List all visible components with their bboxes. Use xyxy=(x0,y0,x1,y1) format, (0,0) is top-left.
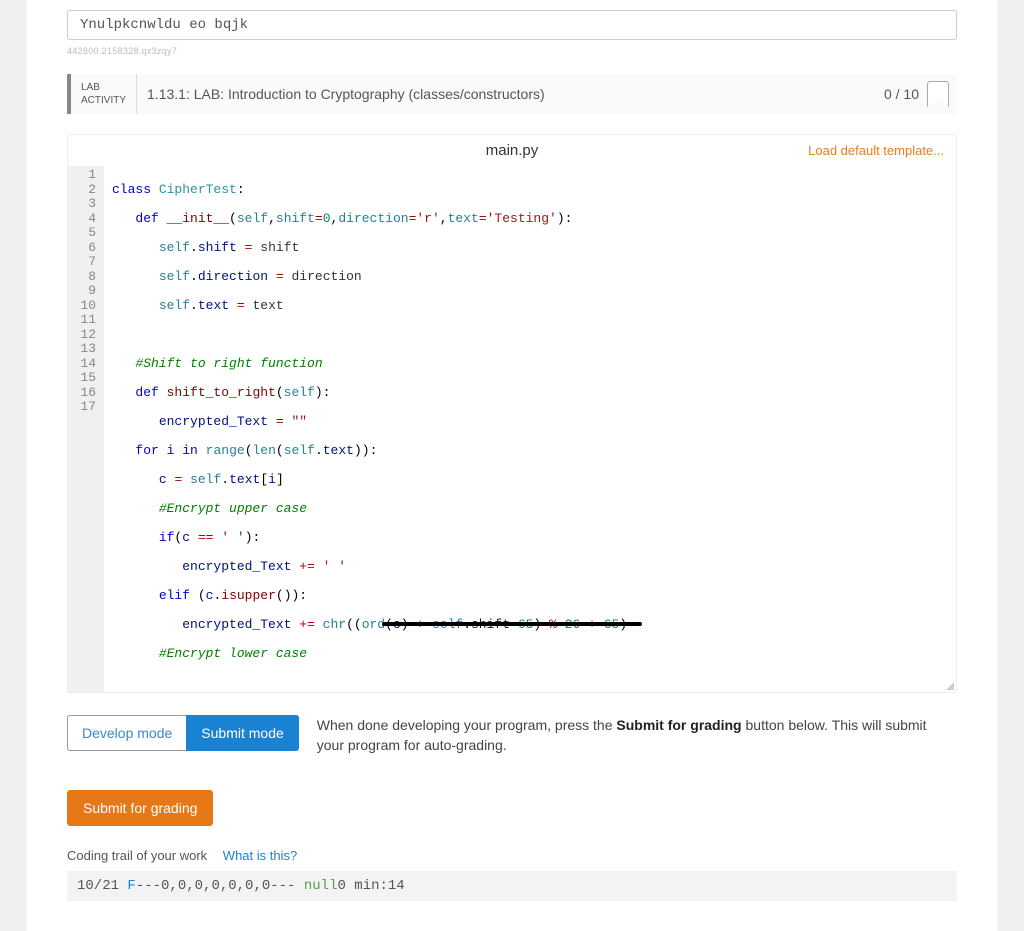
trail-scores: ---0,0,0,0,0,0,0--- xyxy=(136,878,296,894)
help-bold: Submit for grading xyxy=(616,717,741,733)
trail-time: 0 min:14 xyxy=(337,878,404,894)
develop-mode-button[interactable]: Develop mode xyxy=(67,715,186,751)
lab-header: LAB ACTIVITY 1.13.1: LAB: Introduction t… xyxy=(67,74,957,114)
lab-score-area: 0 / 10 xyxy=(884,74,957,114)
lab-score: 0 / 10 xyxy=(884,86,919,102)
help-pre: When done developing your program, press… xyxy=(317,717,617,733)
mode-help-text: When done developing your program, press… xyxy=(317,715,957,756)
trail-date: 10/21 xyxy=(77,878,119,894)
resize-handle-icon[interactable] xyxy=(946,682,954,690)
load-default-template-link[interactable]: Load default template... xyxy=(808,143,944,158)
coding-trail-box: 10/21 F---0,0,0,0,0,0,0--- null0 min:14 xyxy=(67,871,957,901)
submit-for-grading-button[interactable]: Submit for grading xyxy=(67,790,213,826)
mode-toggle: Develop mode Submit mode xyxy=(67,715,299,751)
lab-tag-line1: LAB xyxy=(81,81,126,94)
what-is-this-link[interactable]: What is this? xyxy=(223,848,297,863)
trail-null: null xyxy=(304,878,338,894)
mode-row: Develop mode Submit mode When done devel… xyxy=(67,715,957,756)
page-container: 442800.2158328.qx3zqy7 LAB ACTIVITY 1.13… xyxy=(27,0,997,931)
meta-id: 442800.2158328.qx3zqy7 xyxy=(67,46,957,56)
submit-mode-button[interactable]: Submit mode xyxy=(186,715,298,751)
search-input[interactable] xyxy=(67,10,957,40)
trail-day: F xyxy=(127,878,135,894)
bottom-ad-bar xyxy=(382,622,642,626)
code-content[interactable]: class CipherTest: def __init__(self,shif… xyxy=(104,166,956,692)
lab-tag-line2: ACTIVITY xyxy=(81,94,126,107)
code-editor-panel: main.py Load default template... 1234567… xyxy=(67,134,957,693)
code-editor[interactable]: 1234567891011121314151617 class CipherTe… xyxy=(68,166,956,692)
lab-title: 1.13.1: LAB: Introduction to Cryptograph… xyxy=(137,74,884,114)
coding-trail-header: Coding trail of your work What is this? xyxy=(67,848,957,863)
editor-toolbar: main.py Load default template... xyxy=(68,135,956,166)
line-number-gutter: 1234567891011121314151617 xyxy=(68,166,104,692)
coding-trail-label: Coding trail of your work xyxy=(67,848,207,863)
bookmark-icon[interactable] xyxy=(927,81,949,107)
lab-activity-tag: LAB ACTIVITY xyxy=(71,74,137,114)
filename-label: main.py xyxy=(486,142,539,159)
